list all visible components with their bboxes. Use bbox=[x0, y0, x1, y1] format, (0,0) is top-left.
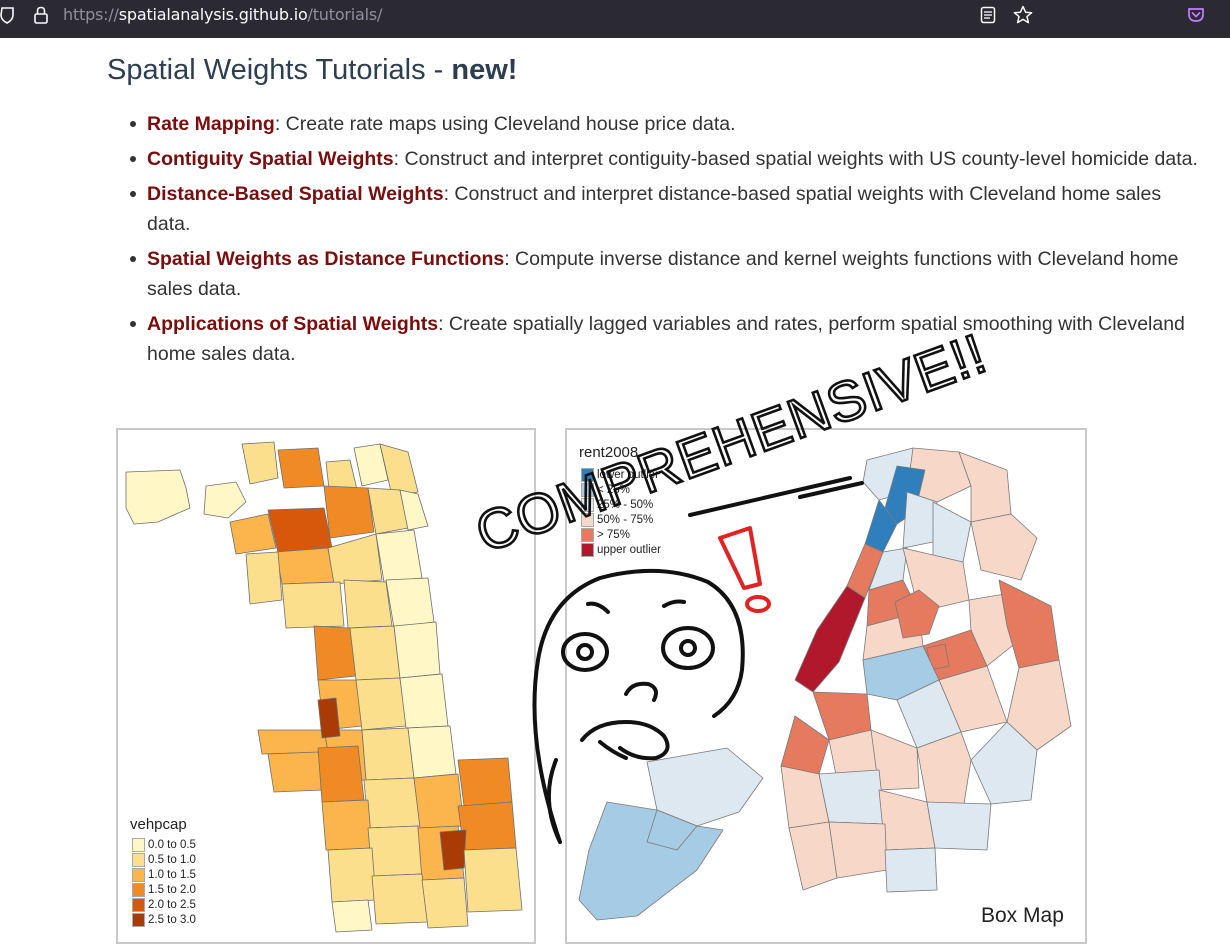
tutorial-link-distance-functions[interactable]: Spatial Weights as Distance Functions bbox=[147, 248, 504, 270]
list-item: Spatial Weights as Distance Functions: C… bbox=[128, 244, 1198, 304]
legend-swatch bbox=[132, 853, 145, 867]
legend-item: 0.5 to 1.0 bbox=[132, 853, 196, 867]
page-title-emphasis: new! bbox=[451, 54, 518, 86]
page-title-text: Spatial Weights Tutorials - bbox=[107, 54, 452, 86]
url-host: spatialanalysis.github.io bbox=[118, 5, 308, 24]
legend-item: < 25% bbox=[581, 483, 630, 497]
legend-title: rent2008 bbox=[579, 444, 639, 461]
legend-item: lower outlier bbox=[581, 468, 659, 482]
legend-item: 25% - 50% bbox=[581, 498, 653, 512]
shield-icon[interactable] bbox=[0, 0, 16, 30]
legend-swatch bbox=[132, 838, 145, 852]
legend-label: 0.5 to 1.0 bbox=[148, 854, 196, 866]
tutorial-link-contiguity[interactable]: Contiguity Spatial Weights bbox=[147, 148, 394, 170]
legend-swatch bbox=[581, 513, 594, 527]
list-item: Distance-Based Spatial Weights: Construc… bbox=[128, 179, 1198, 239]
legend-swatch bbox=[132, 898, 145, 912]
legend-swatch bbox=[132, 913, 145, 927]
list-item: Contiguity Spatial Weights: Construct an… bbox=[128, 144, 1198, 174]
map-caption: Box Map bbox=[981, 904, 1064, 927]
bookmark-star-icon[interactable] bbox=[1012, 0, 1034, 30]
tutorial-link-rate-mapping[interactable]: Rate Mapping bbox=[147, 113, 275, 135]
legend-label: 50% - 75% bbox=[597, 514, 654, 526]
legend-swatch bbox=[581, 483, 594, 497]
choropleth-map-vehpcap: vehpcap 0.0 to 0.5 0.5 to 1.0 1.0 to 1.5… bbox=[116, 428, 536, 944]
url-path: /tutorials/ bbox=[307, 5, 383, 24]
legend-swatch bbox=[581, 468, 594, 482]
legend-swatch bbox=[132, 868, 145, 882]
page-title: Spatial Weights Tutorials - new! bbox=[107, 54, 517, 87]
legend-item: 0.0 to 0.5 bbox=[132, 838, 196, 852]
address-bar[interactable]: https://spatialanalysis.github.io/tutori… bbox=[63, 5, 382, 25]
legend-title: vehpcap bbox=[130, 816, 187, 833]
tutorial-list: Rate Mapping: Create rate maps using Cle… bbox=[128, 109, 1198, 374]
legend-swatch bbox=[132, 883, 145, 897]
legend-swatch bbox=[581, 498, 594, 512]
reader-mode-icon[interactable] bbox=[979, 0, 997, 30]
legend-item: 50% - 75% bbox=[581, 513, 653, 527]
legend-label: 2.0 to 2.5 bbox=[148, 899, 196, 911]
browser-toolbar: https://spatialanalysis.github.io/tutori… bbox=[0, 0, 1230, 38]
legend-label: > 75% bbox=[597, 529, 630, 541]
box-map-rent2008: rent2008 lower outlier < 25% 25% - 50% 5… bbox=[565, 428, 1087, 944]
url-scheme: https:// bbox=[63, 5, 119, 24]
legend-label: 25% - 50% bbox=[597, 499, 654, 511]
tutorial-description: : Create rate maps using Cleveland house… bbox=[274, 113, 736, 135]
legend-item: 2.5 to 3.0 bbox=[132, 913, 196, 927]
legend-label: 0.0 to 0.5 bbox=[148, 839, 196, 851]
legend-item: > 75% bbox=[581, 528, 630, 542]
legend-label: lower outlier bbox=[597, 469, 659, 481]
legend-label: 1.5 to 2.0 bbox=[148, 884, 196, 896]
legend-item: 1.0 to 1.5 bbox=[132, 868, 196, 882]
pocket-icon[interactable] bbox=[1186, 0, 1206, 30]
legend-item: 2.0 to 2.5 bbox=[132, 898, 196, 912]
legend-swatch bbox=[581, 528, 594, 542]
tutorial-description: : Construct and interpret contiguity-bas… bbox=[393, 148, 1198, 170]
list-item: Rate Mapping: Create rate maps using Cle… bbox=[128, 109, 1198, 139]
tutorial-link-applications[interactable]: Applications of Spatial Weights bbox=[147, 313, 438, 335]
legend-label: upper outlier bbox=[597, 544, 661, 556]
legend-label: < 25% bbox=[597, 484, 630, 496]
tutorial-link-distance-based[interactable]: Distance-Based Spatial Weights bbox=[147, 183, 444, 205]
legend-item: upper outlier bbox=[581, 543, 661, 557]
legend-label: 1.0 to 1.5 bbox=[148, 869, 196, 881]
list-item: Applications of Spatial Weights: Create … bbox=[128, 309, 1198, 369]
legend-label: 2.5 to 3.0 bbox=[148, 914, 196, 926]
legend-item: 1.5 to 2.0 bbox=[132, 883, 196, 897]
legend-swatch bbox=[581, 543, 594, 557]
lock-icon[interactable] bbox=[32, 0, 50, 30]
